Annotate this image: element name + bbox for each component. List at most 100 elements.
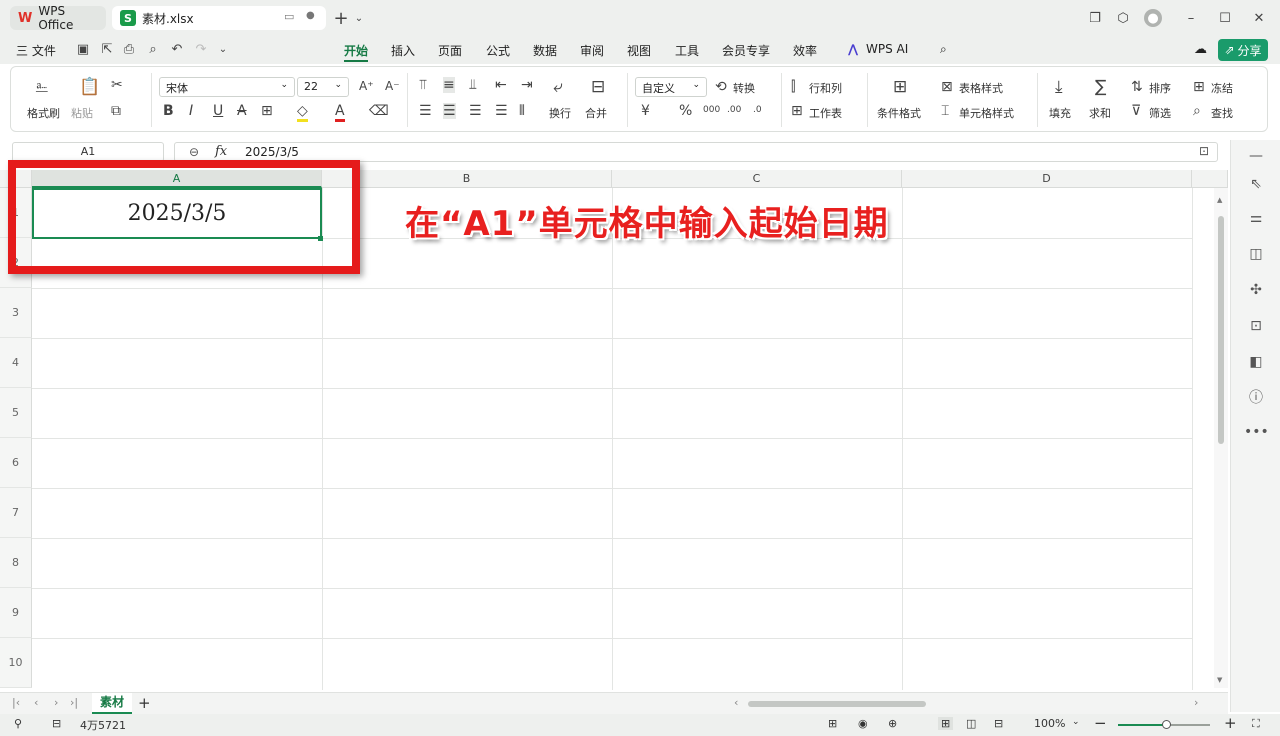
vertical-scrollbar[interactable]: ▲ ▼ xyxy=(1214,188,1228,688)
percent-button[interactable]: % xyxy=(679,103,692,119)
justify-icon[interactable]: ☰ xyxy=(495,103,508,119)
first-sheet-icon[interactable]: |‹ xyxy=(12,696,20,709)
increase-font-icon[interactable]: A⁺ xyxy=(359,79,374,93)
layout-icon[interactable]: ⊞ xyxy=(828,717,837,730)
column-header-b[interactable]: B xyxy=(322,170,612,188)
decrease-indent-icon[interactable]: ⇤ xyxy=(495,77,507,93)
scroll-down-icon[interactable]: ▼ xyxy=(1217,676,1222,684)
thousands-icon[interactable]: 000 xyxy=(703,105,720,115)
table-style-button[interactable]: 表格样式 xyxy=(959,80,1003,96)
conditional-format-button[interactable]: 条件格式 xyxy=(877,105,921,121)
column-header-d[interactable]: D xyxy=(902,170,1192,188)
print-preview-icon[interactable]: ⌕ xyxy=(144,40,162,58)
font-name-select[interactable]: 宋体 ⌄ xyxy=(159,77,295,97)
expand-formula-icon[interactable]: ⊡ xyxy=(1199,144,1209,158)
increase-decimal-icon[interactable]: .00 xyxy=(727,105,741,115)
undo-icon[interactable]: ↶ xyxy=(168,40,186,58)
align-top-icon[interactable]: ⫪ xyxy=(419,77,427,93)
wrap-text-button[interactable]: 换行 xyxy=(549,105,571,121)
row-header-5[interactable]: 5 xyxy=(0,388,32,438)
export-icon[interactable]: ⇱ xyxy=(98,40,116,58)
fx-label[interactable]: fx xyxy=(215,144,227,159)
save-icon[interactable]: ▣ xyxy=(74,40,92,58)
last-sheet-icon[interactable]: ›| xyxy=(70,696,78,709)
scroll-right-icon[interactable]: › xyxy=(1194,696,1198,709)
window-restore-icon[interactable]: ❐ xyxy=(1086,9,1104,27)
column-header-c[interactable]: C xyxy=(612,170,902,188)
row-header-7[interactable]: 7 xyxy=(0,488,32,538)
search-icon[interactable]: ⌕ xyxy=(940,42,947,57)
sheet-tab-active[interactable]: 素材 xyxy=(92,693,132,714)
tab-wps-office[interactable]: W WPS Office xyxy=(10,4,106,32)
row-header-3[interactable]: 3 xyxy=(0,288,32,338)
tab-efficiency[interactable]: 效率 xyxy=(793,42,817,59)
fullscreen-icon[interactable]: ⛶ xyxy=(1252,717,1260,731)
format-painter-button[interactable]: 格式刷 xyxy=(27,105,60,121)
row-header-10[interactable]: 10 xyxy=(0,638,32,688)
filter-button[interactable]: 筛选 xyxy=(1149,105,1171,121)
find-button[interactable]: 查找 xyxy=(1211,105,1233,121)
row-header-6[interactable]: 6 xyxy=(0,438,32,488)
quick-access-chevron-icon[interactable]: ⌄ xyxy=(214,40,232,58)
word-count-icon[interactable]: ⊟ xyxy=(52,717,61,730)
currency-button[interactable]: ¥ xyxy=(641,103,650,119)
vertical-scroll-thumb[interactable] xyxy=(1218,216,1224,444)
worksheet-button[interactable]: 工作表 xyxy=(809,105,842,121)
minimize-icon[interactable]: – xyxy=(1182,9,1200,27)
macro-icon[interactable]: ⚲ xyxy=(14,717,22,730)
cut-icon[interactable]: ✂ xyxy=(111,77,123,93)
number-format-select[interactable]: 自定义 ⌄ xyxy=(635,77,707,97)
avatar[interactable]: ● xyxy=(1144,9,1162,27)
new-tab-button[interactable]: + xyxy=(332,8,350,29)
rows-cols-button[interactable]: 行和列 xyxy=(809,80,842,96)
redo-icon[interactable]: ↷ xyxy=(192,40,210,58)
tab-member[interactable]: 会员专享 xyxy=(722,42,770,59)
distribute-icon[interactable]: ⫴ xyxy=(519,103,525,119)
page-layout-icon[interactable]: ◫ xyxy=(966,717,976,730)
cell-style-button[interactable]: 单元格样式 xyxy=(959,105,1014,121)
font-color-icon[interactable]: A xyxy=(335,103,345,122)
zoom-slider-handle[interactable] xyxy=(1162,720,1171,729)
zoom-search-icon[interactable]: ⊖ xyxy=(189,145,199,159)
zoom-chevron-icon[interactable]: ⌄ xyxy=(1072,717,1080,727)
print-icon[interactable]: ⎙ xyxy=(120,40,138,58)
normal-view-icon[interactable]: ⊞ xyxy=(938,717,954,730)
shape-icon[interactable]: ◫ xyxy=(1244,242,1268,266)
fill-button[interactable]: 填充 xyxy=(1049,105,1071,121)
cube-icon[interactable]: ⬡ xyxy=(1114,9,1132,27)
font-size-select[interactable]: 22 ⌄ xyxy=(297,77,349,97)
underline-button[interactable]: U xyxy=(213,103,223,119)
sum-button[interactable]: 求和 xyxy=(1089,105,1111,121)
tab-page[interactable]: 页面 xyxy=(438,42,462,59)
italic-button[interactable]: I xyxy=(189,103,193,119)
collapse-icon[interactable]: — xyxy=(1244,144,1268,168)
book-icon[interactable]: ◧ xyxy=(1244,350,1268,374)
strikethrough-button[interactable]: A xyxy=(237,103,247,119)
maximize-icon[interactable]: ☐ xyxy=(1216,9,1234,27)
zoom-out-icon[interactable]: − xyxy=(1094,714,1107,732)
more-icon[interactable]: ••• xyxy=(1244,420,1269,444)
copy-icon[interactable]: ⧉ xyxy=(111,103,121,119)
share-button[interactable]: ⇗ 分享 xyxy=(1218,39,1268,61)
column-header-e[interactable] xyxy=(1192,170,1228,188)
align-right-icon[interactable]: ☰ xyxy=(469,103,482,119)
align-middle-icon[interactable]: ≡ xyxy=(443,77,455,93)
sort-button[interactable]: 排序 xyxy=(1149,80,1171,96)
focus-icon[interactable]: ⊕ xyxy=(888,717,897,730)
formula-input[interactable]: ⊖ fx 2025/3/5 ⊡ xyxy=(174,142,1218,162)
name-box[interactable]: A1 xyxy=(12,142,164,162)
convert-button[interactable]: 转换 xyxy=(733,80,755,96)
fill-color-icon[interactable]: ◇ xyxy=(297,103,308,122)
select-cursor-icon[interactable]: ⇖ xyxy=(1244,172,1268,196)
tab-data[interactable]: 数据 xyxy=(533,42,557,59)
settings-sliders-icon[interactable]: ⚌ xyxy=(1244,206,1268,230)
increase-indent-icon[interactable]: ⇥ xyxy=(521,77,533,93)
add-sheet-button[interactable]: + xyxy=(138,694,151,712)
tab-view[interactable]: 视图 xyxy=(627,42,651,59)
align-center-icon[interactable]: ☰ xyxy=(443,103,456,119)
zoom-in-icon[interactable]: + xyxy=(1224,714,1237,732)
decrease-font-icon[interactable]: A⁻ xyxy=(385,79,400,93)
tab-file[interactable]: S 素材.xlsx ▭ ● xyxy=(112,6,326,30)
tab-formula[interactable]: 公式 xyxy=(486,42,510,59)
close-icon[interactable]: ✕ xyxy=(1250,9,1268,27)
